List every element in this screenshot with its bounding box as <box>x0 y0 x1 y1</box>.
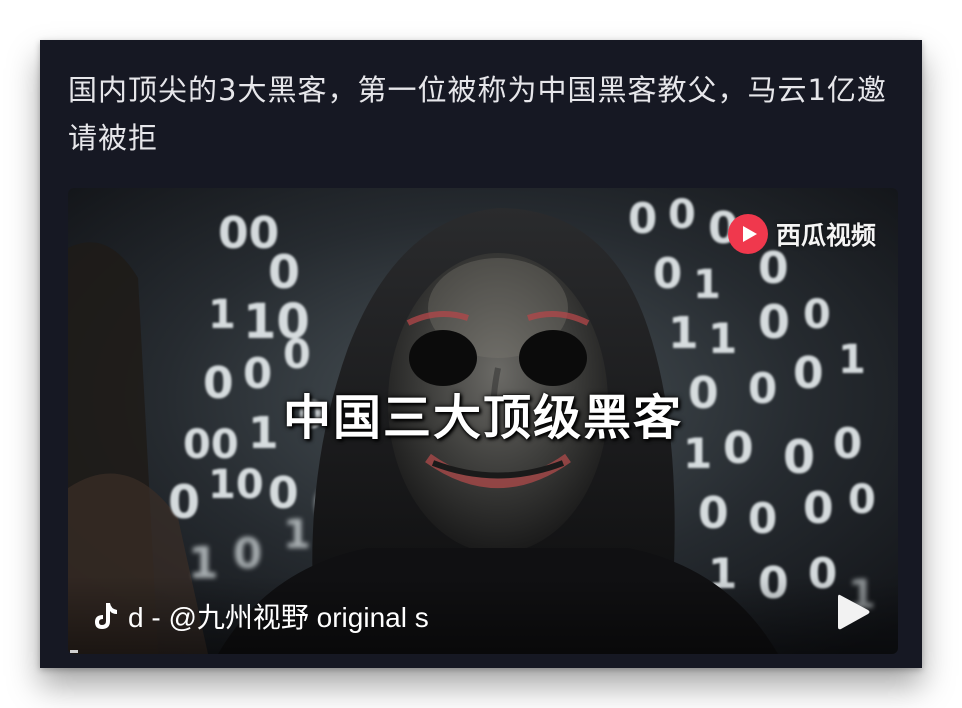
svg-text:0: 0 <box>668 192 696 238</box>
svg-text:0: 0 <box>748 494 777 543</box>
xigua-watermark: 西瓜视频 <box>727 214 876 254</box>
svg-text:1: 1 <box>838 337 866 383</box>
post-title[interactable]: 国内顶尖的3大黑客，第一位被称为中国黑客教父，马云1亿邀请被拒 <box>68 66 898 162</box>
play-icon[interactable] <box>834 592 872 632</box>
svg-text:0: 0 <box>803 292 831 338</box>
svg-text:0: 0 <box>848 477 876 523</box>
svg-text:0: 0 <box>168 475 200 529</box>
svg-text:0: 0 <box>653 249 682 298</box>
video-player[interactable]: 00 0 1 10 0 0 0 00 1 0 10 0 0 1 0 1 0 0 … <box>68 188 898 654</box>
video-caption: d - @九州视野 original s <box>92 596 562 636</box>
svg-text:0: 0 <box>698 488 729 539</box>
svg-text:0: 0 <box>268 245 300 299</box>
caption-text: d - @九州视野 original s <box>128 602 429 633</box>
post-card[interactable]: 国内顶尖的3大黑客，第一位被称为中国黑客教父，马云1亿邀请被拒 00 0 1 1… <box>40 40 922 668</box>
svg-text:0: 0 <box>803 483 834 534</box>
watermark-text: 西瓜视频 <box>775 221 876 250</box>
svg-text:1: 1 <box>693 262 721 308</box>
svg-text:1: 1 <box>708 314 737 363</box>
svg-text:0: 0 <box>758 295 790 349</box>
svg-text:0: 0 <box>283 332 311 378</box>
svg-text:10: 10 <box>208 462 264 508</box>
svg-text:1: 1 <box>283 512 311 558</box>
tiktok-note-icon <box>95 603 117 629</box>
svg-text:1: 1 <box>668 308 699 359</box>
svg-text:0: 0 <box>628 194 657 243</box>
video-overlay-title: 中国三大顶级黑客 <box>282 390 683 446</box>
xigua-logo-icon <box>727 214 768 254</box>
svg-text:1: 1 <box>208 292 236 338</box>
svg-text:0: 0 <box>233 529 262 578</box>
scroll-indicator <box>70 650 78 653</box>
